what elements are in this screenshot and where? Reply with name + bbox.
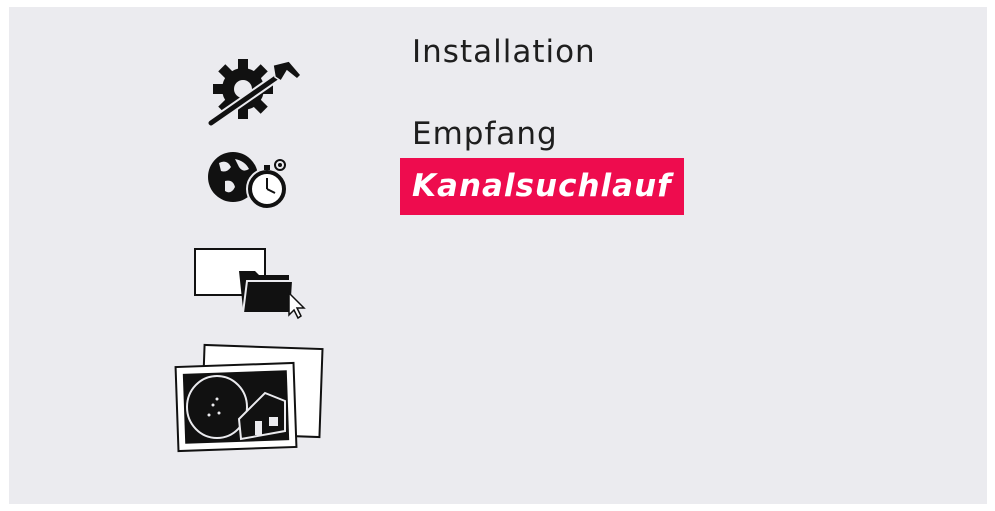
menu-item-empfang[interactable]: Empfang — [412, 116, 558, 152]
globe-timer-icon[interactable] — [205, 147, 291, 213]
menu-item-installation[interactable]: Installation — [412, 34, 596, 70]
menu-item-kanalsuchlauf[interactable]: Kanalsuchlauf — [400, 158, 684, 215]
media-folder-icon[interactable] — [193, 245, 313, 325]
gear-hammer-icon[interactable] — [205, 55, 305, 127]
menu-screen: Installation Empfang Kanalsuchlauf — [9, 7, 987, 504]
satellite-photos-icon[interactable] — [171, 343, 327, 453]
